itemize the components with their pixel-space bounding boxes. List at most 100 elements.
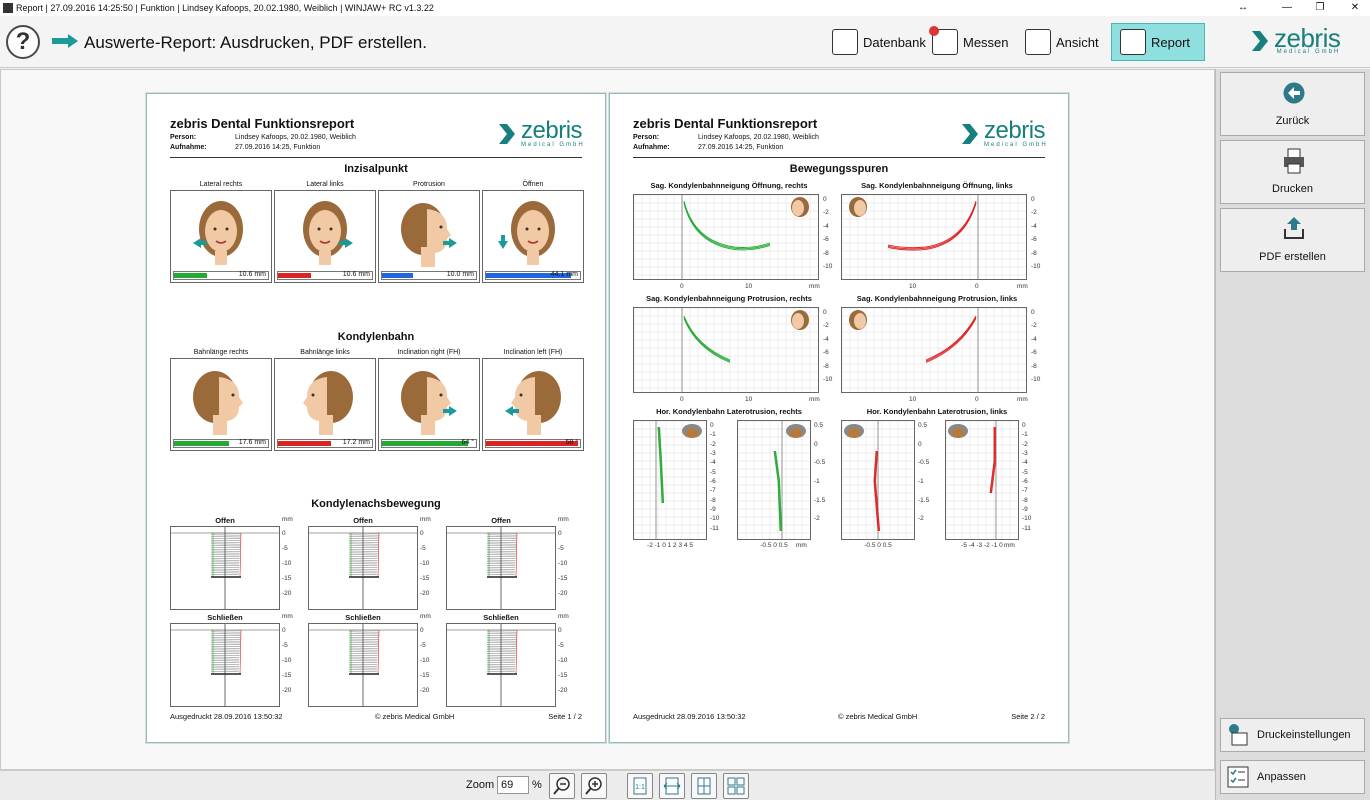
panel-caption: Lateral links [306,181,344,188]
face-illustration [303,371,353,435]
y-tick-label: -10 [710,515,720,523]
panel-caption: Inclination left (FH) [503,349,563,356]
pdf-button[interactable]: PDF erstellen [1220,208,1365,272]
y-tick-label: -4 [1031,335,1037,343]
minimize-button[interactable]: — [1272,0,1302,16]
nav-label: Report [1151,34,1191,50]
nav-report[interactable]: Report [1111,23,1205,61]
svg-text:1:1: 1:1 [635,784,645,791]
y-tick-label: -1 [814,478,820,485]
restore-size-icon[interactable]: ↔ [1228,0,1258,16]
y-tick-label: 0 [814,440,818,448]
y-tick-label: 0.5 [814,422,824,429]
panel-caption: Lateral rechts [199,181,243,188]
y-tick-label: -2 [823,322,829,330]
print-button[interactable]: Drucken [1220,140,1365,204]
unit-label: mm [558,516,569,523]
nav-label: Datenbank [863,34,926,50]
zoom-in-button[interactable] [581,773,607,799]
y-tick-label: -5 [420,642,426,649]
y-tick-label: -2 [1031,322,1037,330]
y-tick-label: -10 [1031,263,1041,270]
achs-graph-plot [171,624,279,706]
view-icon [1025,29,1051,55]
value-bar-fill [382,273,413,278]
y-tick-label: 0 [558,627,562,634]
y-tick-label: -4 [1031,222,1037,230]
value-text: 10.6 mm [342,271,370,278]
y-tick-label: -15 [558,672,568,679]
logo-subtext: Medical GmbH [521,142,585,148]
print-date: Ausgedruckt 28.09.2016 13:50:32 [633,712,746,721]
logo-subtext: Medical GmbH [984,142,1048,148]
fit-width-button[interactable] [659,773,685,799]
value-bar-fill [278,273,311,278]
multi-page-button[interactable] [723,773,749,799]
print-settings-button[interactable]: Druckeinstellungen [1220,718,1365,752]
zoom-input[interactable]: 69 [497,776,529,794]
unit-label: mm [796,542,807,549]
x-tick-label: 0 [680,396,684,403]
face-illustration [498,201,555,265]
y-tick-label: 0 [420,627,424,634]
zoom-out-button[interactable] [549,773,575,799]
unit-label: mm [1004,542,1015,549]
achs-graph [446,623,556,707]
panel-caption: Bahnlänge rechts [193,349,249,356]
measurement-panel: 64 ° [378,358,480,451]
achs-graph [446,526,556,610]
person-line: Person: Lindsey Kafoops, 20.02.1980, Weib… [170,134,356,141]
achs-graph-plot [447,624,555,706]
face-illustration [303,201,353,265]
sag-graph [633,307,819,393]
y-tick-label: -15 [420,575,430,582]
print-settings-label: Druckeinstellungen [1257,729,1351,741]
nav-label: Messen [963,34,1009,50]
x-tick-label: 10 [909,283,917,290]
logo-text: zebris [1274,23,1341,53]
database-icon [832,29,858,55]
y-tick-label: -6 [1031,349,1037,357]
x-tick-labels: -0.5 0 0.5 [864,542,892,549]
fit-page-icon [697,777,711,795]
achs-graph [170,526,280,610]
help-button[interactable]: ? [6,25,40,59]
nav-ansicht[interactable]: Ansicht [1017,23,1107,61]
y-tick-label: 0 [1031,196,1035,203]
sag-graph-plot [634,195,818,279]
y-tick-label: -2 [710,440,716,448]
y-tick-label: -4 [823,222,829,230]
y-tick-label: -8 [1031,249,1037,257]
y-tick-label: -6 [1022,478,1028,485]
actual-size-button[interactable]: 1:1 [627,773,653,799]
y-tick-label: -15 [282,575,292,582]
achs-graph-title: Schließen [483,613,519,622]
print-date: Ausgedruckt 28.09.2016 13:50:32 [170,712,283,721]
y-tick-label: 0 [420,530,424,537]
face-illustration [401,371,457,435]
y-tick-label: 0 [823,309,827,316]
logo-subtext: Medical GmbH [1276,49,1341,55]
back-button[interactable]: Zurück [1220,72,1365,136]
y-tick-label: 0 [282,530,286,537]
y-tick-label: -9 [1022,506,1028,513]
value-bar: 10.6 mm [277,271,373,280]
checklist-icon [1227,766,1249,788]
customize-button[interactable]: Anpassen [1220,760,1365,794]
nav-messen[interactable]: Messen [924,23,1017,61]
print-label: Drucken [1272,183,1313,195]
nav-datenbank[interactable]: Datenbank [824,23,934,61]
close-button[interactable]: ✕ [1340,0,1370,16]
y-tick-label: -10 [1031,376,1041,383]
face-illustration [401,203,457,267]
achs-graph-title: Schließen [207,613,243,622]
report-icon [1120,29,1146,55]
y-tick-label: -6 [823,236,829,244]
maximize-button[interactable]: ❐ [1305,0,1335,16]
y-tick-label: -8 [1022,496,1028,504]
measurement-panel: 10.0 mm [378,190,480,283]
value-bar-fill [174,441,229,446]
app-icon [3,3,13,13]
measurement-panel: 10.6 mm [170,190,272,283]
fit-page-button[interactable] [691,773,717,799]
